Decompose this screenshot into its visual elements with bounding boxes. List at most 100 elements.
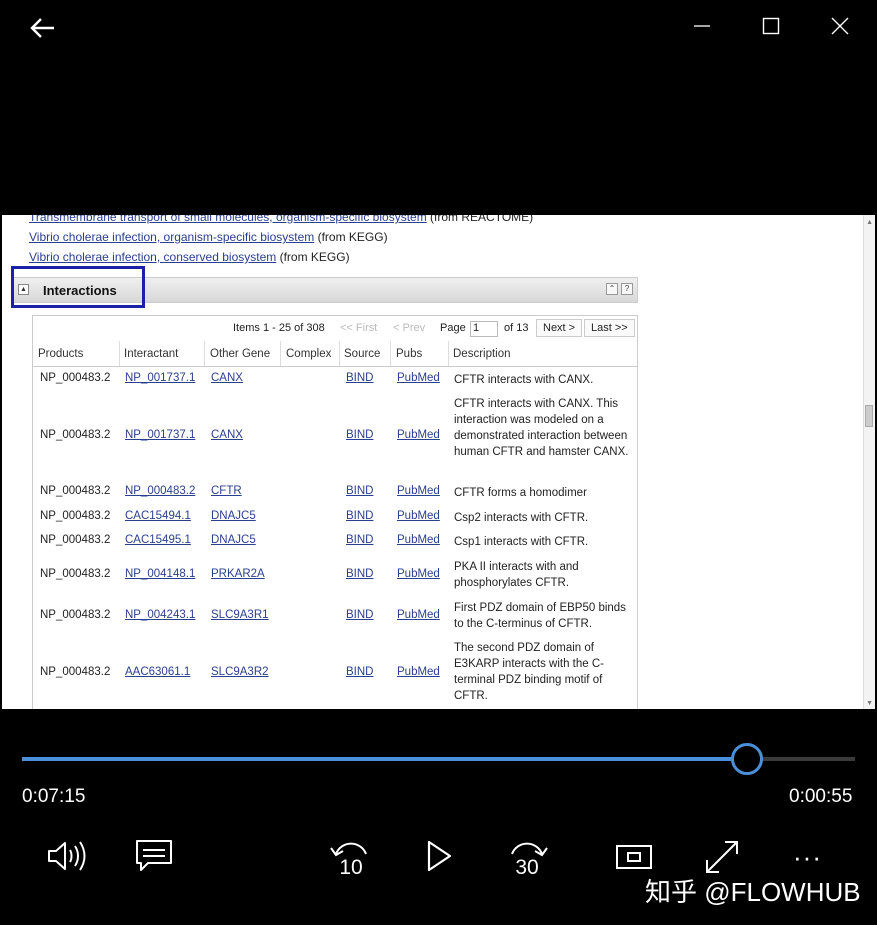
pathway-row: Vibrio cholerae infection, organism-spec…: [29, 230, 388, 244]
page-scrollbar: ▲ ▼: [863, 215, 875, 709]
pager-of: of 13: [504, 322, 529, 334]
scroll-up-icon: ▲: [866, 219, 873, 226]
column-header: Complex: [286, 348, 332, 360]
gene-link: CANX: [211, 372, 243, 384]
product-cell: NP_000483.2: [40, 429, 111, 441]
captions-icon: [136, 840, 172, 871]
product-cell: NP_000483.2: [40, 534, 111, 546]
pubmed-link: PubMed: [397, 372, 440, 384]
pubmed-link: PubMed: [397, 609, 440, 621]
maximize-button[interactable]: [762, 17, 780, 35]
interactant-link: CAC15495.1: [125, 534, 191, 546]
header-rule: [33, 366, 637, 367]
source-link: BIND: [346, 485, 374, 497]
pager-prev: < Prev: [393, 322, 426, 334]
fullscreen-button[interactable]: [703, 838, 741, 876]
source-link: BIND: [346, 534, 374, 546]
gene-link: SLC9A3R2: [211, 666, 269, 678]
interactant-link: NP_000483.2: [125, 485, 196, 497]
source-link: BIND: [346, 372, 374, 384]
close-icon: [831, 17, 849, 35]
description-cell: Csp1 interacts with CFTR.: [454, 536, 589, 548]
description-cell: CFTR interacts with CANX.: [454, 374, 594, 386]
column-header: Description: [453, 348, 511, 360]
pathway-source: (from REACTOME): [430, 215, 534, 224]
remaining-time: 0:00:55: [789, 786, 853, 807]
column-header: Source: [344, 348, 381, 360]
highlight-box: [11, 266, 145, 308]
gene-link: SLC9A3R1: [211, 609, 269, 621]
pager-items: Items 1 - 25 of 308: [233, 322, 325, 334]
description-cell: Csp2 interacts with CFTR.: [454, 512, 589, 524]
play-icon: [427, 840, 452, 872]
mini-view-icon: [616, 845, 652, 869]
scroll-thumb: [865, 405, 873, 427]
pathway-link: Vibrio cholerae infection, organism-spec…: [29, 230, 315, 244]
minimize-button[interactable]: [692, 18, 712, 34]
source-link: BIND: [346, 609, 374, 621]
video-frame[interactable]: Transmembrane transport of small molecul…: [2, 215, 875, 709]
gene-link: DNAJC5: [211, 510, 256, 522]
collapse-icon: ⌃: [606, 283, 618, 295]
captions-button[interactable]: [134, 838, 174, 874]
gene-link: CANX: [211, 429, 243, 441]
column-divider: [448, 341, 449, 367]
column-header: Pubs: [396, 348, 423, 360]
mini-view-button[interactable]: [614, 842, 654, 872]
description-cell: CFTR forms a homodimer: [454, 487, 587, 499]
pathway-source: (from KEGG): [279, 250, 350, 264]
minimize-icon: [694, 25, 710, 27]
column-divider: [119, 341, 120, 367]
column-header: Other Gene: [210, 348, 271, 360]
volume-icon: [48, 841, 86, 871]
skip-back-button[interactable]: 10: [328, 836, 374, 878]
pathway-row: Transmembrane transport of small molecul…: [29, 215, 533, 224]
column-header: Products: [38, 348, 84, 360]
description-cell: CFTR interacts with CANX. This interacti…: [454, 398, 629, 458]
interactant-link: CAC15494.1: [125, 510, 191, 522]
pubmed-link: PubMed: [397, 429, 440, 441]
product-cell: NP_000483.2: [40, 485, 111, 497]
pathway-link: Vibrio cholerae infection, conserved bio…: [29, 250, 277, 264]
skip-forward-label: 30: [515, 856, 538, 878]
source-link: BIND: [346, 429, 374, 441]
close-button[interactable]: [831, 17, 849, 35]
maximize-icon: [762, 17, 780, 35]
column-divider: [280, 341, 281, 367]
more-button[interactable]: ···: [793, 842, 822, 873]
pathway-source: (from KEGG): [317, 230, 388, 244]
pager-first: << First: [340, 322, 378, 334]
source-link: BIND: [346, 510, 374, 522]
back-button[interactable]: [28, 16, 56, 40]
gene-link: PRKAR2A: [211, 568, 265, 580]
skip-forward-button[interactable]: 30: [504, 836, 550, 878]
volume-button[interactable]: [46, 838, 86, 874]
pubmed-link: PubMed: [397, 485, 440, 497]
help-icon: ?: [621, 283, 633, 295]
gene-link: DNAJC5: [211, 534, 256, 546]
column-divider: [339, 341, 340, 367]
skip-forward-icon: 30: [511, 842, 548, 878]
column-divider: [204, 341, 205, 367]
description-cell: First PDZ domain of EBP50 binds to the C…: [454, 602, 626, 630]
watermark: 知乎 @FLOWHUB: [645, 877, 861, 907]
product-cell: NP_000483.2: [40, 510, 111, 522]
pubmed-link: PubMed: [397, 534, 440, 546]
interactant-link: NP_004148.1: [125, 568, 196, 580]
interactant-link: AAC63061.1: [125, 666, 191, 678]
source-link: BIND: [346, 568, 374, 580]
gene-link: CFTR: [211, 485, 242, 497]
seek-bar-fill: [22, 757, 747, 761]
product-cell: NP_000483.2: [40, 666, 111, 678]
seek-thumb[interactable]: [730, 743, 763, 775]
pager-page-label: Page: [440, 322, 466, 334]
pager-last: Last >>: [584, 319, 635, 337]
play-button[interactable]: [424, 838, 454, 874]
fullscreen-icon: [706, 841, 738, 873]
product-cell: NP_000483.2: [40, 609, 111, 621]
page-input: 1: [470, 321, 498, 337]
interactant-link: NP_001737.1: [125, 429, 196, 441]
pubmed-link: PubMed: [397, 510, 440, 522]
description-cell: PKA II interacts with and phosphorylates…: [454, 561, 579, 589]
pubmed-link: PubMed: [397, 666, 440, 678]
